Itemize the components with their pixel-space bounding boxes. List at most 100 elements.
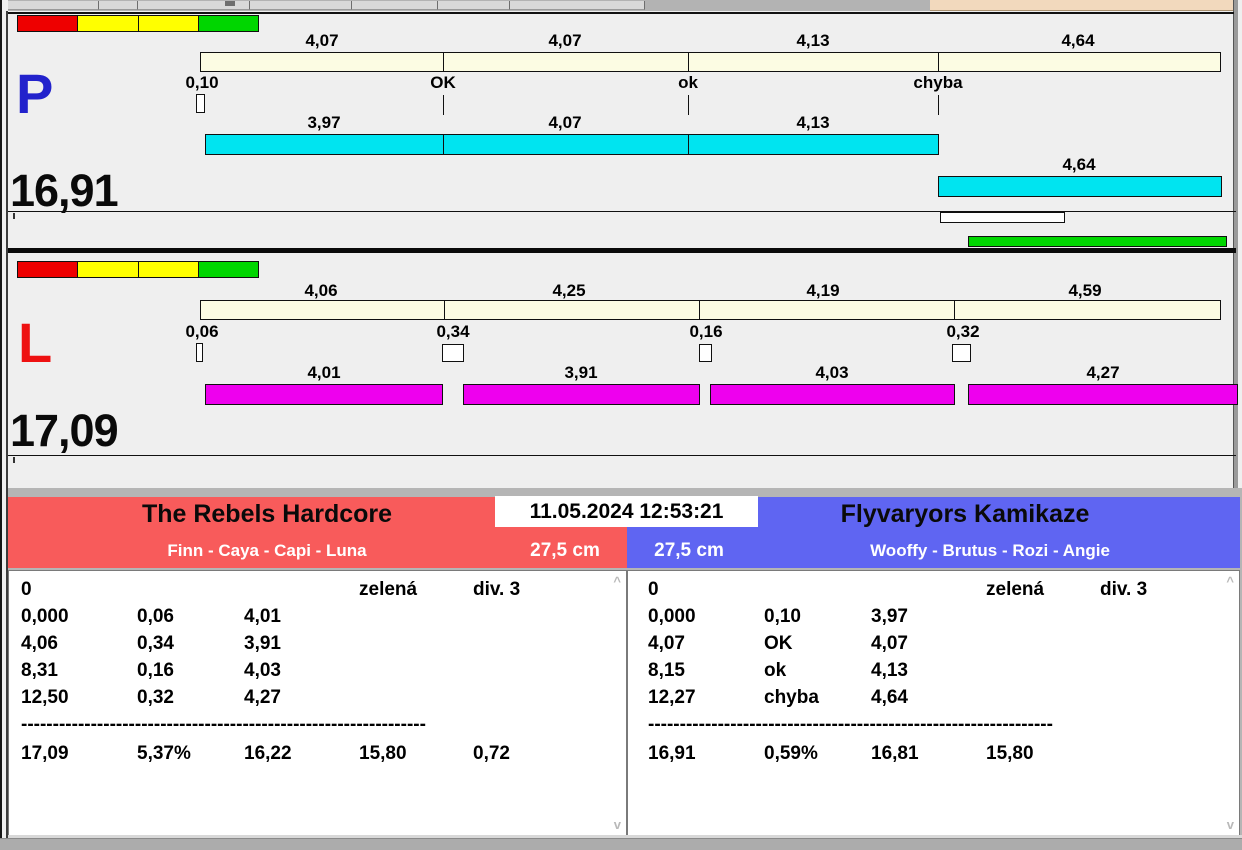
log-total: 0,59% [764, 743, 818, 764]
lane-l-light-yellow-2 [138, 261, 199, 278]
log-total: 0,72 [473, 743, 510, 764]
scroll-down-icon[interactable]: v [1227, 818, 1234, 831]
scroll-down-icon[interactable]: v [614, 818, 621, 831]
lane-p-changeover-tick-3 [688, 95, 689, 115]
toolbar-cell [8, 1, 99, 10]
team-left-name: The Rebels Hardcore [141, 500, 393, 528]
scroll-up-icon[interactable]: ^ [613, 575, 621, 588]
log-cell: 4,13 [871, 660, 908, 681]
team-left-dogs: Finn - Caya - Capi - Luna [167, 541, 367, 560]
team-left-jump-height: 27,5 cm [530, 540, 600, 561]
lane-l-run-bar-4 [968, 384, 1238, 405]
app-window: P 16,91 4,07 4,07 4,13 4,64 0,10 OK ok c… [0, 0, 1242, 850]
log-cell: 3,97 [871, 606, 908, 627]
lane-l-subtick [13, 457, 15, 463]
lane-p-run-label-3: 4,13 [796, 113, 830, 132]
log-cell: 0,06 [137, 606, 174, 627]
lane-l-light-green [198, 261, 259, 278]
log-total: 16,22 [244, 743, 292, 764]
log-cell: 0,000 [21, 606, 69, 627]
lane-p-changeover-box-1 [196, 94, 205, 113]
log-cell: 4,64 [871, 687, 908, 708]
lane-p-changeover-tick-2 [443, 95, 444, 115]
lane-p-final-label: 4,64 [1062, 155, 1096, 174]
log-cell: 8,15 [648, 660, 685, 681]
log-cell: ok [764, 660, 787, 681]
toolbar-cell [352, 1, 438, 10]
lane-l-subline [8, 455, 1236, 456]
team-right-name: Flyvaryors Kamikaze [840, 500, 1090, 528]
lane-l-total-time: 17,09 [10, 405, 119, 456]
lane-p-ideal-label-2: 4,07 [548, 31, 582, 50]
lane-p-run-label-2: 4,07 [548, 113, 582, 132]
top-beige-strip [930, 0, 1233, 11]
log-total: 16,81 [871, 743, 919, 764]
toolbar-cell [510, 1, 645, 10]
lane-l-ideal-label-2: 4,25 [552, 281, 586, 300]
log-total: 5,37% [137, 743, 191, 764]
top-toolbar [8, 0, 930, 11]
team-right-result-log[interactable]: 0 zelená div. 3 0,000 0,10 3,97 4,07 OK … [627, 570, 1240, 836]
lane-l-light-red [17, 261, 78, 278]
lane-l-run-bar-1 [205, 384, 443, 405]
lane-p-changeover-tick-4 [938, 95, 939, 115]
lane-p-letter: P [16, 62, 54, 125]
lane-l-changeover-box-2 [442, 344, 464, 362]
log-cell: 0,34 [137, 633, 174, 654]
scroll-up-icon[interactable]: ^ [1226, 575, 1234, 588]
lane-p-ideal-tick-1 [443, 53, 444, 71]
lane-p-run-tick-2 [688, 135, 689, 154]
log-cell: 4,07 [648, 633, 685, 654]
log-separator: ----------------------------------------… [21, 714, 426, 735]
toolbar-cell [99, 1, 138, 10]
lane-divider [8, 248, 1236, 253]
lane-p-run-bar [205, 134, 939, 155]
lane-p-green-bar [968, 236, 1227, 247]
lane-l-ideal-label-4: 4,59 [1068, 281, 1102, 300]
lane-p-light-yellow-1 [77, 15, 139, 32]
lane-l-changeover-label-3: 0,16 [689, 322, 723, 341]
lane-l-ideal-tick-2 [699, 301, 700, 319]
lane-l-changeover-label-1: 0,06 [185, 322, 219, 341]
lane-l-changeover-box-1 [196, 343, 203, 362]
lane-l-changeover-label-4: 0,32 [946, 322, 980, 341]
lane-p-ideal-label-3: 4,13 [796, 31, 830, 50]
lane-p-ideal-bar [200, 52, 1221, 72]
team-left-result-log[interactable]: 0 zelená div. 3 0,000 0,06 4,01 4,06 0,3… [8, 570, 627, 836]
log-separator: ----------------------------------------… [648, 714, 1053, 735]
lane-p-subtick [13, 213, 15, 219]
log-cell: 4,03 [244, 660, 281, 681]
lane-p-light-red [17, 15, 78, 32]
team-right-dogs: Wooffy - Brutus - Rozi - Angie [870, 541, 1110, 560]
toolbar-cell [250, 1, 352, 10]
lane-p-light-yellow-2 [138, 15, 199, 32]
window-border-left-outer [0, 0, 2, 850]
lane-l-changeover-box-4 [952, 344, 971, 362]
team-right-jump-height: 27,5 cm [654, 540, 724, 561]
lane-l-run-bar-3 [710, 384, 955, 405]
log-cell: chyba [764, 687, 819, 708]
lane-l-ideal-bar [200, 300, 1221, 320]
lane-p-changeover-label-1: 0,10 [185, 73, 219, 92]
lane-p-changeover-label-2: OK [430, 73, 456, 92]
log-cell: OK [764, 633, 793, 654]
lane-l-ideal-tick-1 [444, 301, 445, 319]
lane-p-top-border [8, 12, 1234, 14]
log-light: zelená [986, 579, 1045, 600]
log-cell: 8,31 [21, 660, 58, 681]
lane-l-ideal-label-3: 4,19 [806, 281, 840, 300]
lane-l-ideal-label-1: 4,06 [304, 281, 338, 300]
log-cell: 12,27 [648, 687, 696, 708]
lane-p-ideal-tick-2 [688, 53, 689, 71]
log-total: 17,09 [21, 743, 69, 764]
toolbar-notch [225, 1, 235, 6]
lane-p-run-tick-1 [443, 135, 444, 154]
log-cell: 4,01 [244, 606, 281, 627]
lane-p-changeover-label-4: chyba [913, 73, 963, 92]
log-cell: 0,000 [648, 606, 696, 627]
lane-l-letter: L [18, 311, 53, 374]
log-cell: 4,06 [21, 633, 58, 654]
lane-l-run-label-2: 3,91 [564, 363, 598, 382]
lane-p-total-time: 16,91 [10, 165, 119, 216]
lane-l-run-bar-2 [463, 384, 700, 405]
